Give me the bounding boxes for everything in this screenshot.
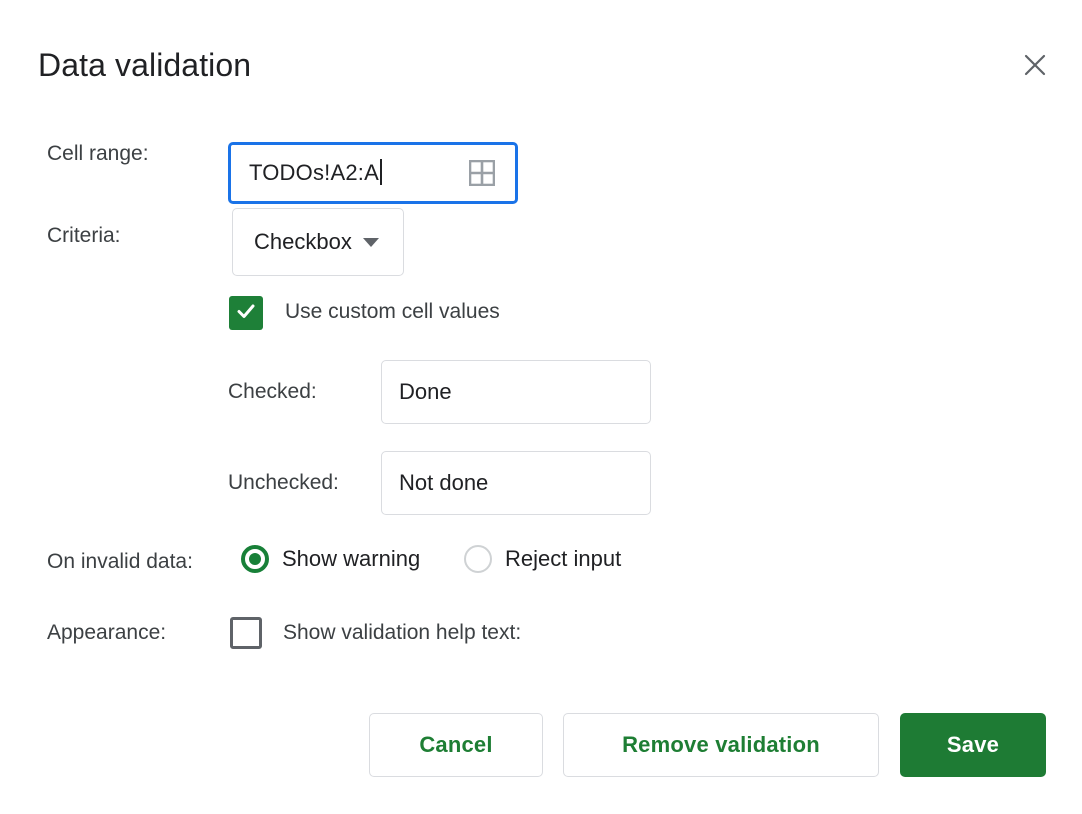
on-invalid-data-label: On invalid data: bbox=[47, 550, 193, 573]
checked-value-label: Checked: bbox=[228, 380, 317, 403]
criteria-selected-value: Checkbox bbox=[254, 229, 352, 254]
checkmark-icon bbox=[235, 300, 257, 327]
cell-range-row: Cell range: TODOs!A2:A bbox=[0, 128, 1082, 204]
on-invalid-data-row: On invalid data: Show warning Reject inp… bbox=[0, 544, 1082, 584]
criteria-label: Criteria: bbox=[47, 224, 121, 247]
unchecked-value-label: Unchecked: bbox=[228, 471, 339, 494]
grid-picker-icon[interactable] bbox=[468, 159, 496, 187]
show-help-text-label: Show validation help text: bbox=[283, 621, 522, 644]
appearance-label: Appearance: bbox=[47, 621, 167, 644]
unchecked-value-input[interactable]: Not done bbox=[381, 451, 651, 515]
radio-show-warning[interactable]: Show warning bbox=[241, 544, 420, 574]
checked-value-input[interactable]: Done bbox=[381, 360, 651, 424]
use-custom-values-checkbox[interactable] bbox=[229, 296, 263, 330]
criteria-row: Criteria: Checkbox bbox=[0, 208, 1082, 276]
show-help-text-checkbox[interactable] bbox=[230, 617, 262, 649]
radio-show-warning-label: Show warning bbox=[282, 546, 421, 571]
close-button[interactable] bbox=[1014, 44, 1056, 86]
dialog-header: Data validation bbox=[0, 0, 1082, 112]
unchecked-value-row: Unchecked: Not done bbox=[0, 451, 1082, 515]
checked-value-row: Checked: Done bbox=[0, 360, 1082, 424]
save-button[interactable]: Save bbox=[900, 713, 1046, 777]
radio-selected-icon bbox=[241, 545, 269, 573]
use-custom-values-row: Use custom cell values bbox=[0, 294, 1082, 334]
cancel-button[interactable]: Cancel bbox=[369, 713, 543, 777]
dialog-footer: Cancel Remove validation Save bbox=[0, 713, 1082, 777]
text-caret bbox=[379, 159, 382, 185]
criteria-dropdown[interactable]: Checkbox bbox=[232, 208, 404, 276]
radio-unselected-icon bbox=[464, 545, 492, 573]
cell-range-input[interactable]: TODOs!A2:A bbox=[228, 142, 518, 204]
cell-range-value: TODOs!A2:A bbox=[249, 160, 379, 185]
use-custom-values-label: Use custom cell values bbox=[285, 300, 500, 323]
remove-validation-button[interactable]: Remove validation bbox=[563, 713, 879, 777]
unchecked-value-text: Not done bbox=[399, 470, 489, 495]
cell-range-value-wrap: TODOs!A2:A bbox=[249, 158, 382, 188]
page-title: Data validation bbox=[38, 47, 252, 83]
radio-reject-input-label: Reject input bbox=[505, 546, 622, 571]
chevron-down-icon bbox=[362, 237, 379, 247]
close-icon bbox=[1023, 53, 1047, 77]
appearance-row: Appearance: Show validation help text: bbox=[0, 615, 1082, 655]
checked-value-text: Done bbox=[399, 379, 452, 404]
cell-range-label: Cell range: bbox=[47, 142, 149, 165]
radio-reject-input[interactable]: Reject input bbox=[464, 544, 621, 574]
